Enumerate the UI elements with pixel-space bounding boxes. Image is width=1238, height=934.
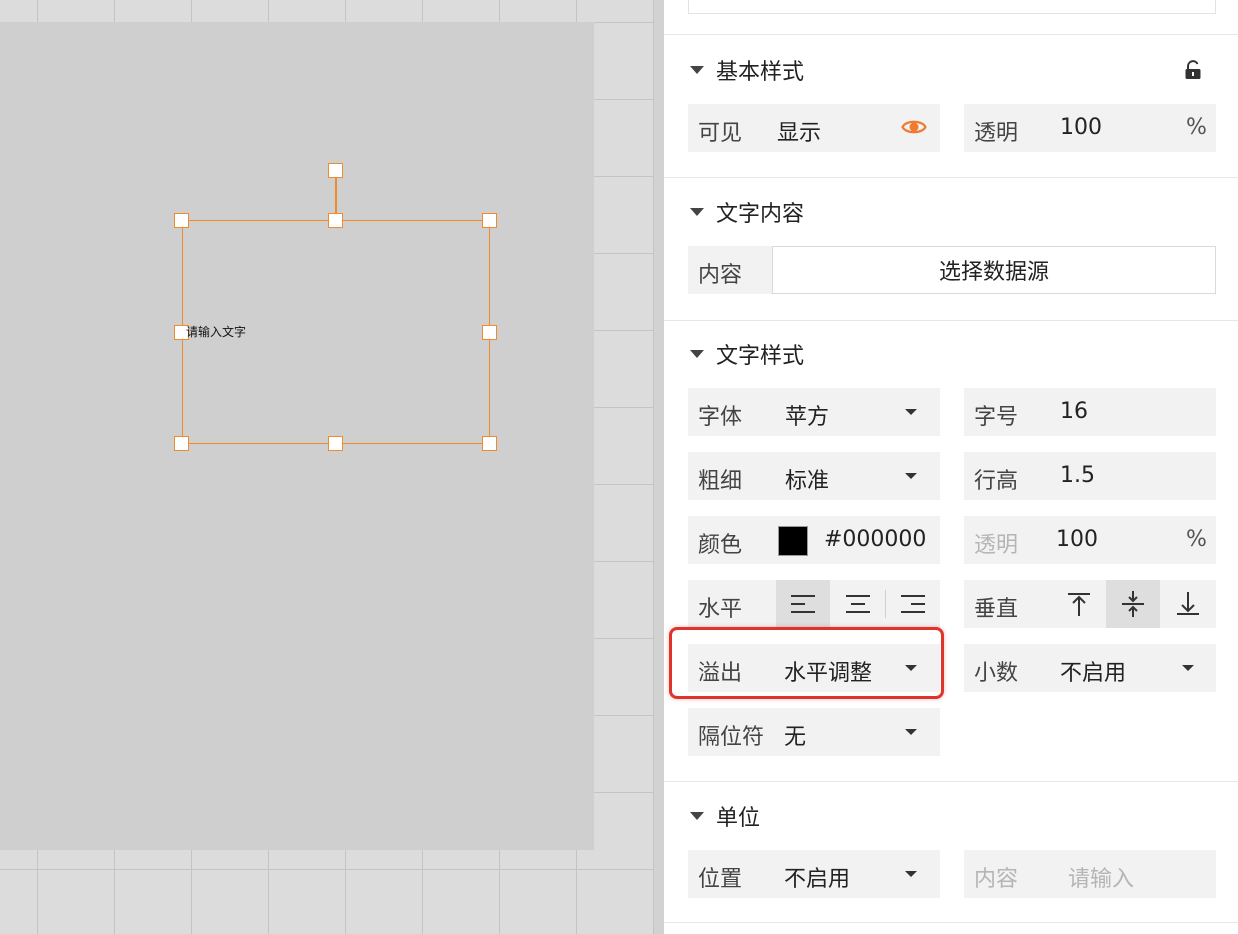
section-unit[interactable]: 单位 (690, 800, 760, 832)
horizontal-align-field: 水平 (688, 580, 940, 628)
panel-divider[interactable] (654, 0, 664, 934)
field-label: 字体 (698, 405, 743, 430)
unit-position-value: 不启用 (784, 867, 851, 892)
visible-field[interactable]: 可见 显示 (688, 104, 940, 152)
line-height-field[interactable]: 行高 1.5 (964, 452, 1216, 500)
top-field[interactable] (688, 0, 1216, 14)
section-divider (664, 34, 1238, 35)
align-right-icon (901, 595, 925, 613)
font-value: 苹方 (785, 405, 830, 430)
section-divider (664, 922, 1238, 923)
resize-handle-bottom-left[interactable] (174, 436, 189, 451)
field-label: 透明 (974, 121, 1019, 146)
section-basic-style[interactable]: 基本样式 (690, 54, 804, 86)
unit-content-placeholder: 请输入 (1068, 867, 1135, 892)
align-bottom-button[interactable] (1161, 580, 1215, 628)
align-center-icon (846, 595, 870, 613)
section-title: 单位 (716, 806, 761, 831)
color-value: #000000 (824, 527, 927, 552)
field-label: 内容 (698, 263, 743, 288)
opacity-unit: % (1186, 115, 1207, 140)
section-divider (664, 177, 1238, 178)
decimal-value: 不启用 (1060, 661, 1127, 686)
resize-handle-bottom-right[interactable] (482, 436, 497, 451)
font-select[interactable]: 字体 苹方 (688, 388, 940, 436)
field-label: 小数 (974, 661, 1019, 686)
font-weight-value: 标准 (785, 469, 830, 494)
field-label: 字号 (974, 405, 1019, 430)
separator-select[interactable]: 隔位符 无 (688, 708, 940, 756)
section-text-content[interactable]: 文字内容 (690, 196, 804, 228)
align-left-button[interactable] (776, 580, 830, 628)
resize-handle-bottom[interactable] (328, 436, 343, 451)
align-left-icon (791, 595, 815, 613)
opacity-field[interactable]: 透明 100 % (964, 104, 1216, 152)
color-swatch[interactable] (778, 526, 808, 556)
align-bottom-icon (1177, 592, 1199, 615)
field-label: 内容 (974, 867, 1019, 892)
collapse-triangle-icon (690, 66, 704, 74)
section-title: 文字样式 (716, 344, 805, 369)
section-title: 基本样式 (716, 60, 805, 85)
visible-value: 显示 (777, 121, 822, 146)
unit-position-select[interactable]: 位置 不启用 (688, 850, 940, 898)
lock-open-icon[interactable] (1184, 60, 1202, 80)
resize-handle-right[interactable] (482, 325, 497, 340)
separator-value: 无 (784, 725, 807, 750)
chevron-down-icon (905, 473, 917, 479)
design-canvas[interactable] (0, 0, 664, 934)
field-label: 颜色 (698, 533, 743, 558)
resize-handle-top-left[interactable] (174, 213, 189, 228)
align-top-icon (1068, 593, 1090, 616)
field-label: 可见 (698, 121, 743, 146)
opacity-value: 100 (1060, 115, 1102, 140)
section-divider (664, 320, 1238, 321)
eye-icon[interactable] (901, 117, 927, 137)
collapse-triangle-icon (690, 812, 704, 820)
font-weight-select[interactable]: 粗细 标准 (688, 452, 940, 500)
line-height-value: 1.5 (1060, 463, 1095, 488)
field-label: 透明 (974, 533, 1019, 558)
align-middle-button[interactable] (1106, 580, 1160, 628)
field-label: 行高 (974, 469, 1019, 494)
chevron-down-icon (905, 409, 917, 415)
font-size-field[interactable]: 字号 16 (964, 388, 1216, 436)
field-label: 粗细 (698, 469, 743, 494)
color-opacity-unit: % (1186, 527, 1207, 552)
collapse-triangle-icon (690, 350, 704, 358)
chevron-down-icon (1182, 665, 1194, 671)
field-label: 位置 (698, 867, 743, 892)
align-center-button[interactable] (831, 580, 885, 628)
align-right-button[interactable] (886, 580, 940, 628)
align-middle-icon (1122, 591, 1144, 617)
select-datasource-button[interactable]: 选择数据源 (772, 246, 1216, 294)
section-divider (664, 781, 1238, 782)
field-label: 隔位符 (698, 725, 765, 750)
color-opacity-value: 100 (1056, 527, 1098, 552)
resize-handle-top[interactable] (328, 213, 343, 228)
resize-handle-top-right[interactable] (482, 213, 497, 228)
section-title: 文字内容 (716, 202, 805, 227)
text-element-content[interactable]: 请输入文字 (186, 323, 246, 340)
unit-content-input[interactable]: 内容 请输入 (964, 850, 1216, 898)
collapse-triangle-icon (690, 208, 704, 216)
rotate-handle[interactable] (328, 163, 343, 178)
field-label: 水平 (698, 597, 743, 622)
font-size-value: 16 (1060, 399, 1088, 424)
chevron-down-icon (905, 729, 917, 735)
field-label: 垂直 (974, 597, 1019, 622)
align-top-button[interactable] (1052, 580, 1106, 628)
section-text-style[interactable]: 文字样式 (690, 338, 804, 370)
decimal-select[interactable]: 小数 不启用 (964, 644, 1216, 692)
chevron-down-icon (905, 871, 917, 877)
color-opacity-field[interactable]: 透明 100 % (964, 516, 1216, 564)
vertical-align-field: 垂直 (964, 580, 1216, 628)
color-field[interactable]: 颜色 #000000 (688, 516, 940, 564)
content-label-field: 内容 (688, 246, 772, 294)
overflow-highlight-box (669, 627, 944, 699)
